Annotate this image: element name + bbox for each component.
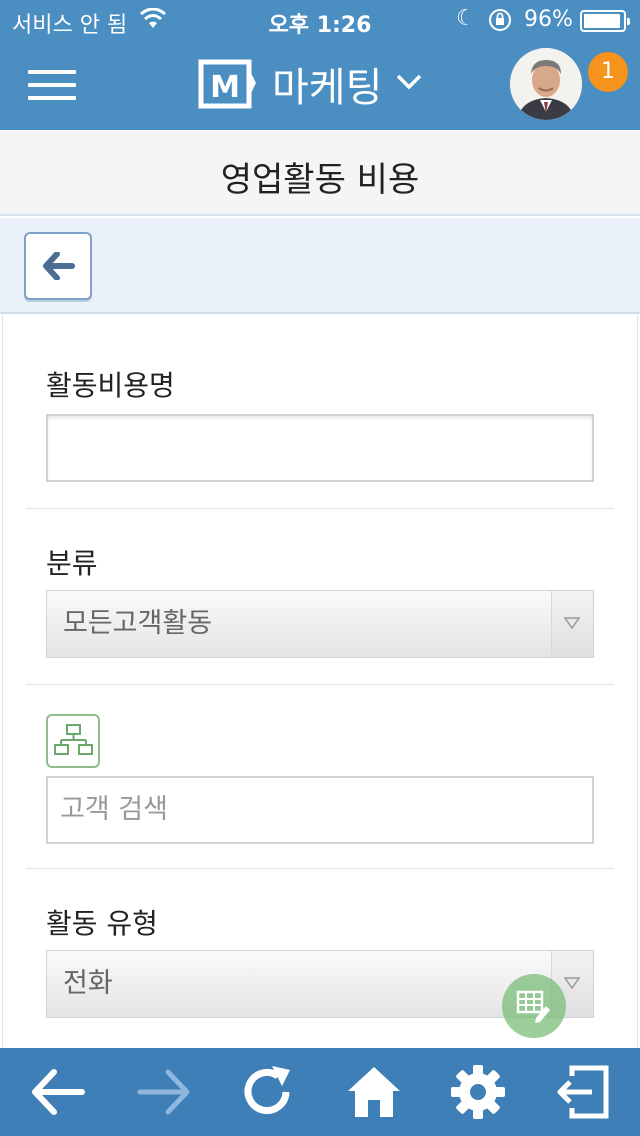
chevron-down-icon bbox=[396, 74, 422, 94]
category-selected-value: 모든고객활동 bbox=[63, 608, 213, 639]
activity-type-selected-value: 전화 bbox=[63, 968, 113, 999]
app-logo-icon: M bbox=[198, 59, 258, 109]
edit-table-button[interactable] bbox=[502, 974, 566, 1038]
app-header: M 마케팅 1 bbox=[0, 40, 640, 130]
refresh-icon[interactable] bbox=[238, 1062, 298, 1122]
gear-icon[interactable] bbox=[448, 1062, 508, 1122]
table-edit-icon bbox=[516, 990, 550, 1023]
org-chart-icon bbox=[54, 724, 93, 755]
app-name: 마케팅 bbox=[272, 65, 383, 111]
category-label: 분류 bbox=[46, 547, 98, 580]
customer-search-input[interactable]: 고객 검색 bbox=[46, 776, 594, 844]
avatar[interactable] bbox=[510, 48, 582, 120]
bottom-nav bbox=[0, 1048, 640, 1136]
app-switcher[interactable]: M 마케팅 bbox=[198, 58, 422, 111]
org-chart-button[interactable] bbox=[46, 714, 100, 768]
page-title-bar: 영업활동 비용 bbox=[0, 130, 640, 216]
status-bar: 서비스 안 됨 오후 1:26 ☾ 96% bbox=[0, 0, 640, 40]
back-arrow-icon[interactable] bbox=[28, 1062, 88, 1122]
category-select[interactable]: 모든고객활동 bbox=[46, 590, 594, 658]
logout-icon[interactable] bbox=[552, 1062, 612, 1122]
battery-icon bbox=[580, 10, 630, 32]
rotation-lock-icon bbox=[488, 8, 512, 38]
battery-percent: 96% bbox=[524, 7, 573, 32]
arrow-left-icon bbox=[43, 252, 75, 280]
notification-badge[interactable]: 1 bbox=[588, 52, 628, 92]
page-title: 영업활동 비용 bbox=[220, 160, 420, 200]
toolbar bbox=[0, 218, 640, 314]
moon-icon: ☾ bbox=[456, 6, 476, 31]
back-button[interactable] bbox=[24, 232, 92, 300]
forward-arrow-icon[interactable] bbox=[134, 1062, 194, 1122]
activity-cost-name-label: 활동비용명 bbox=[46, 369, 175, 402]
dropdown-arrow-icon bbox=[551, 591, 593, 657]
divider bbox=[26, 684, 614, 685]
divider bbox=[26, 508, 614, 509]
hamburger-menu-icon[interactable] bbox=[28, 70, 76, 100]
home-icon[interactable] bbox=[344, 1062, 404, 1122]
activity-cost-name-input[interactable] bbox=[46, 414, 594, 482]
divider bbox=[26, 868, 614, 869]
activity-type-label: 활동 유형 bbox=[46, 907, 158, 940]
app-logo-letter: M bbox=[210, 70, 240, 105]
